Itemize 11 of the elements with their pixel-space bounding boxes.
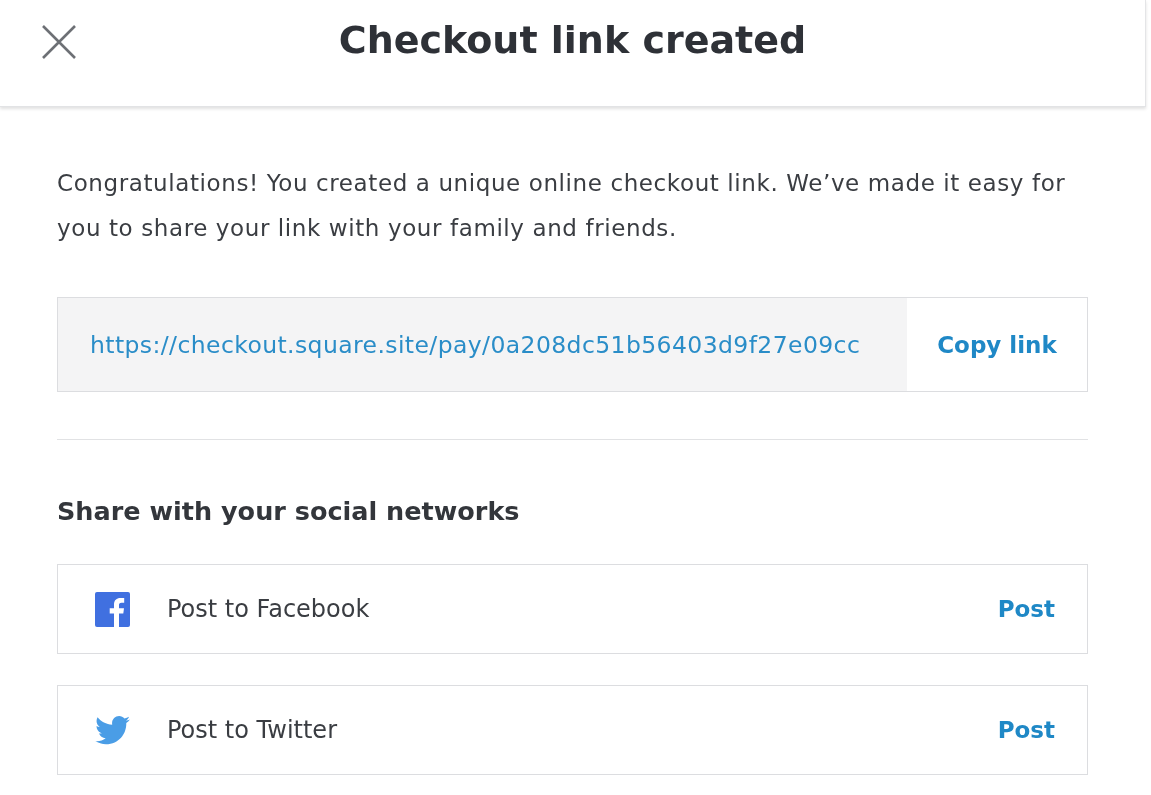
close-button[interactable] [40,23,78,61]
message-text: Congratulations! You created a unique online checkout link. We’ve made it easy for you to share your link with your family and friends. [57,169,1067,243]
share-label: Post to Twitter [167,716,338,744]
post-button[interactable]: Post [997,717,1055,743]
post-button[interactable]: Post [997,596,1055,622]
facebook-icon [95,591,130,627]
close-icon [42,25,76,59]
section-heading: Share with your social networks [57,495,521,527]
share-label: Post to Facebook [167,595,371,623]
dialog-title: Checkout link created [338,18,807,62]
bird-icon [95,715,130,745]
